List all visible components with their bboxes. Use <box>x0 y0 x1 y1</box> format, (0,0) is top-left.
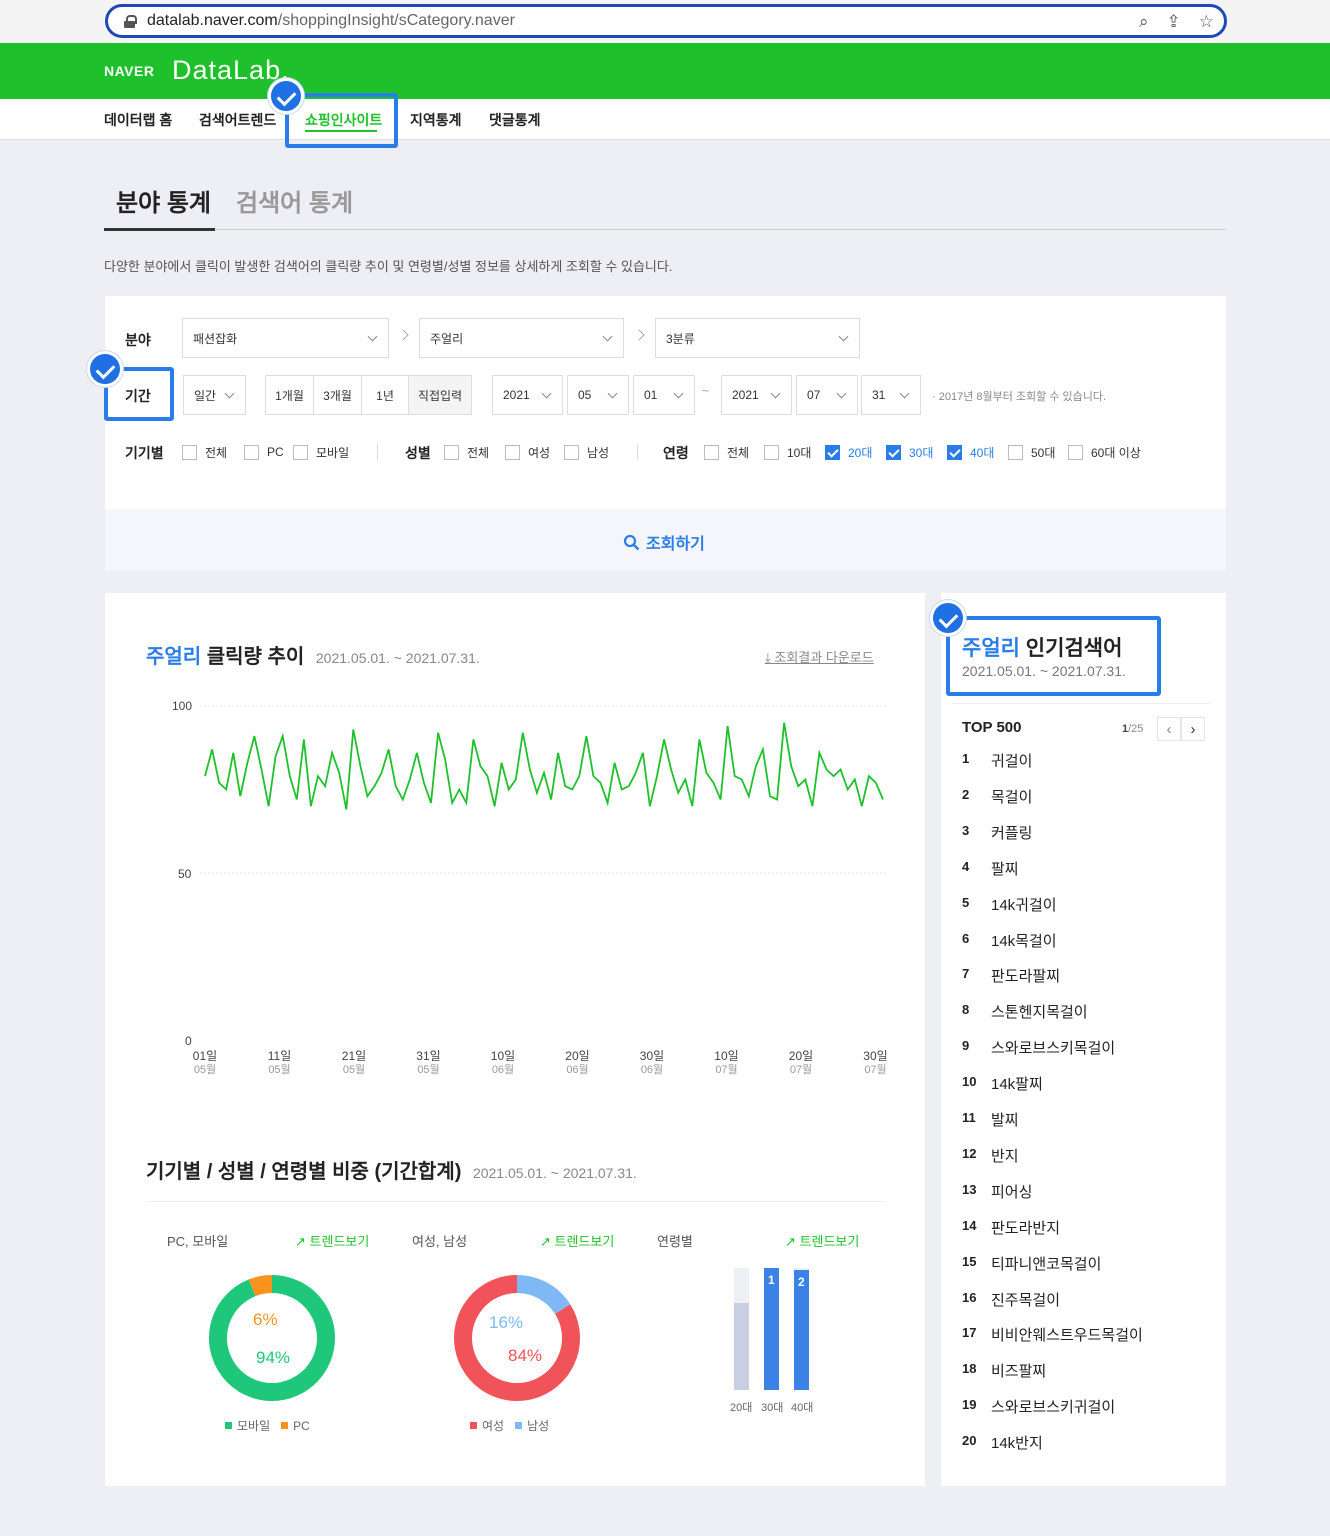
rank-keyword: 스와로브스키귀걸이 <box>991 1399 1116 1417</box>
rank-number: 19 <box>962 1397 977 1413</box>
rank-keyword: 비비안웨스트우드목걸이 <box>991 1327 1143 1345</box>
rank-number: 6 <box>962 930 970 946</box>
rank-number: 11 <box>962 1110 976 1125</box>
age-rank-badge: 1 <box>768 1273 775 1287</box>
ranking-item[interactable]: 13 피어싱 <box>962 1181 1192 1201</box>
ranking-item[interactable]: 16 진주목걸이 <box>962 1289 1192 1309</box>
rank-keyword: 스와로브스키목걸이 <box>991 1040 1116 1058</box>
rank-keyword: 14k팔찌 <box>991 1076 1043 1094</box>
age-bar <box>734 1303 749 1390</box>
ranking-item[interactable]: 14 판도라반지 <box>962 1217 1192 1237</box>
page-indicator: 1/25 <box>1122 723 1144 735</box>
gender-female-pct: 84% <box>508 1346 543 1365</box>
rank-number: 5 <box>962 894 970 910</box>
ranking-item[interactable]: 7 판도라팔찌 <box>962 965 1192 985</box>
device-mobile-pct: 94% <box>256 1348 291 1367</box>
rank-keyword: 진주목걸이 <box>991 1291 1061 1309</box>
rank-keyword: 비즈팔찌 <box>991 1363 1047 1381</box>
rank-number: 13 <box>962 1181 977 1197</box>
rank-keyword: 판도라팔찌 <box>991 968 1061 986</box>
rank-keyword: 14k귀걸이 <box>991 896 1057 914</box>
rank-keyword: 14k목걸이 <box>991 932 1057 950</box>
ranking-item[interactable]: 5 14k귀걸이 <box>962 894 1192 914</box>
ranking-item[interactable]: 9 스와로브스키목걸이 <box>962 1037 1192 1057</box>
age-xtick: 30대 <box>761 1402 784 1414</box>
rank-number: 2 <box>962 786 970 802</box>
popular-keywords-title: 주얼리 인기검색어 <box>962 637 1123 660</box>
ranking-item[interactable]: 8 스톤헨지목걸이 <box>962 1001 1192 1021</box>
ranking-item[interactable]: 15 티파니앤코목걸이 <box>962 1253 1192 1273</box>
ranking-item[interactable]: 11 발찌 <box>962 1109 1192 1129</box>
chevron-right-icon: › <box>1190 720 1196 738</box>
divider <box>952 703 1210 704</box>
rank-number: 1 <box>962 751 970 766</box>
rank-keyword: 14k반지 <box>991 1435 1043 1453</box>
device-legend: 모바일 PC <box>225 1417 310 1434</box>
rank-number: 10 <box>962 1074 977 1090</box>
rank-keyword: 판도라반지 <box>991 1219 1061 1237</box>
rank-number: 18 <box>962 1361 977 1377</box>
rank-keyword: 커플링 <box>991 824 1033 842</box>
ranking-item[interactable]: 2 목걸이 <box>962 786 1192 806</box>
rank-number: 17 <box>962 1325 977 1341</box>
rank-keyword: 팔찌 <box>991 860 1019 878</box>
ranking-item[interactable]: 6 14k목걸이 <box>962 930 1192 950</box>
ranking-item[interactable]: 18 비즈팔찌 <box>962 1360 1192 1380</box>
age-xtick: 20대 <box>730 1402 753 1414</box>
rank-keyword: 스톤헨지목걸이 <box>991 1004 1088 1022</box>
gender-male-pct: 16% <box>489 1313 524 1332</box>
rank-number: 4 <box>962 858 970 874</box>
popular-keywords-date: 2021.05.01. ~ 2021.07.31. <box>962 663 1126 679</box>
ranking-item[interactable]: 17 비비안웨스트우드목걸이 <box>962 1324 1192 1344</box>
ranking-item[interactable]: 12 반지 <box>962 1145 1192 1165</box>
top-label: TOP 500 <box>962 719 1022 736</box>
age-xtick: 40대 <box>791 1402 814 1414</box>
rank-keyword: 반지 <box>991 1147 1019 1165</box>
rank-number: 3 <box>962 822 970 838</box>
rank-number: 7 <box>962 966 970 982</box>
rank-number: 8 <box>962 1002 970 1018</box>
rank-keyword: 발찌 <box>991 1112 1019 1129</box>
ranking-item[interactable]: 1 귀걸이 <box>962 750 1192 770</box>
ranking-item[interactable]: 19 스와로브스키귀걸이 <box>962 1396 1192 1416</box>
rank-number: 12 <box>962 1145 977 1161</box>
rank-number: 14 <box>962 1217 977 1233</box>
rank-number: 20 <box>962 1433 977 1449</box>
ranking-item[interactable]: 20 14k반지 <box>962 1432 1192 1452</box>
ranking-item[interactable]: 3 커플링 <box>962 822 1192 842</box>
gender-legend: 여성 남성 <box>470 1417 549 1434</box>
prev-page-button[interactable]: ‹ <box>1157 717 1181 741</box>
device-slice <box>248 1275 273 1297</box>
rank-number: 16 <box>962 1289 977 1305</box>
ranking-item[interactable]: 4 팔찌 <box>962 858 1192 878</box>
rank-keyword: 피어싱 <box>991 1183 1033 1201</box>
gender-slice <box>516 1275 571 1315</box>
check-badge-icon <box>930 600 966 636</box>
rank-keyword: 목걸이 <box>991 788 1033 806</box>
chevron-left-icon: ‹ <box>1166 720 1172 738</box>
rank-keyword: 티파니앤코목걸이 <box>991 1255 1102 1273</box>
device-slice <box>209 1275 335 1401</box>
rank-keyword: 귀걸이 <box>991 753 1033 770</box>
device-pc-pct: 6% <box>253 1310 278 1329</box>
rank-number: 15 <box>962 1253 977 1269</box>
rank-number: 9 <box>962 1038 970 1054</box>
ranking-item[interactable]: 10 14k팔찌 <box>962 1073 1192 1093</box>
age-rank-badge: 2 <box>798 1275 805 1289</box>
next-page-button[interactable]: › <box>1181 717 1205 741</box>
